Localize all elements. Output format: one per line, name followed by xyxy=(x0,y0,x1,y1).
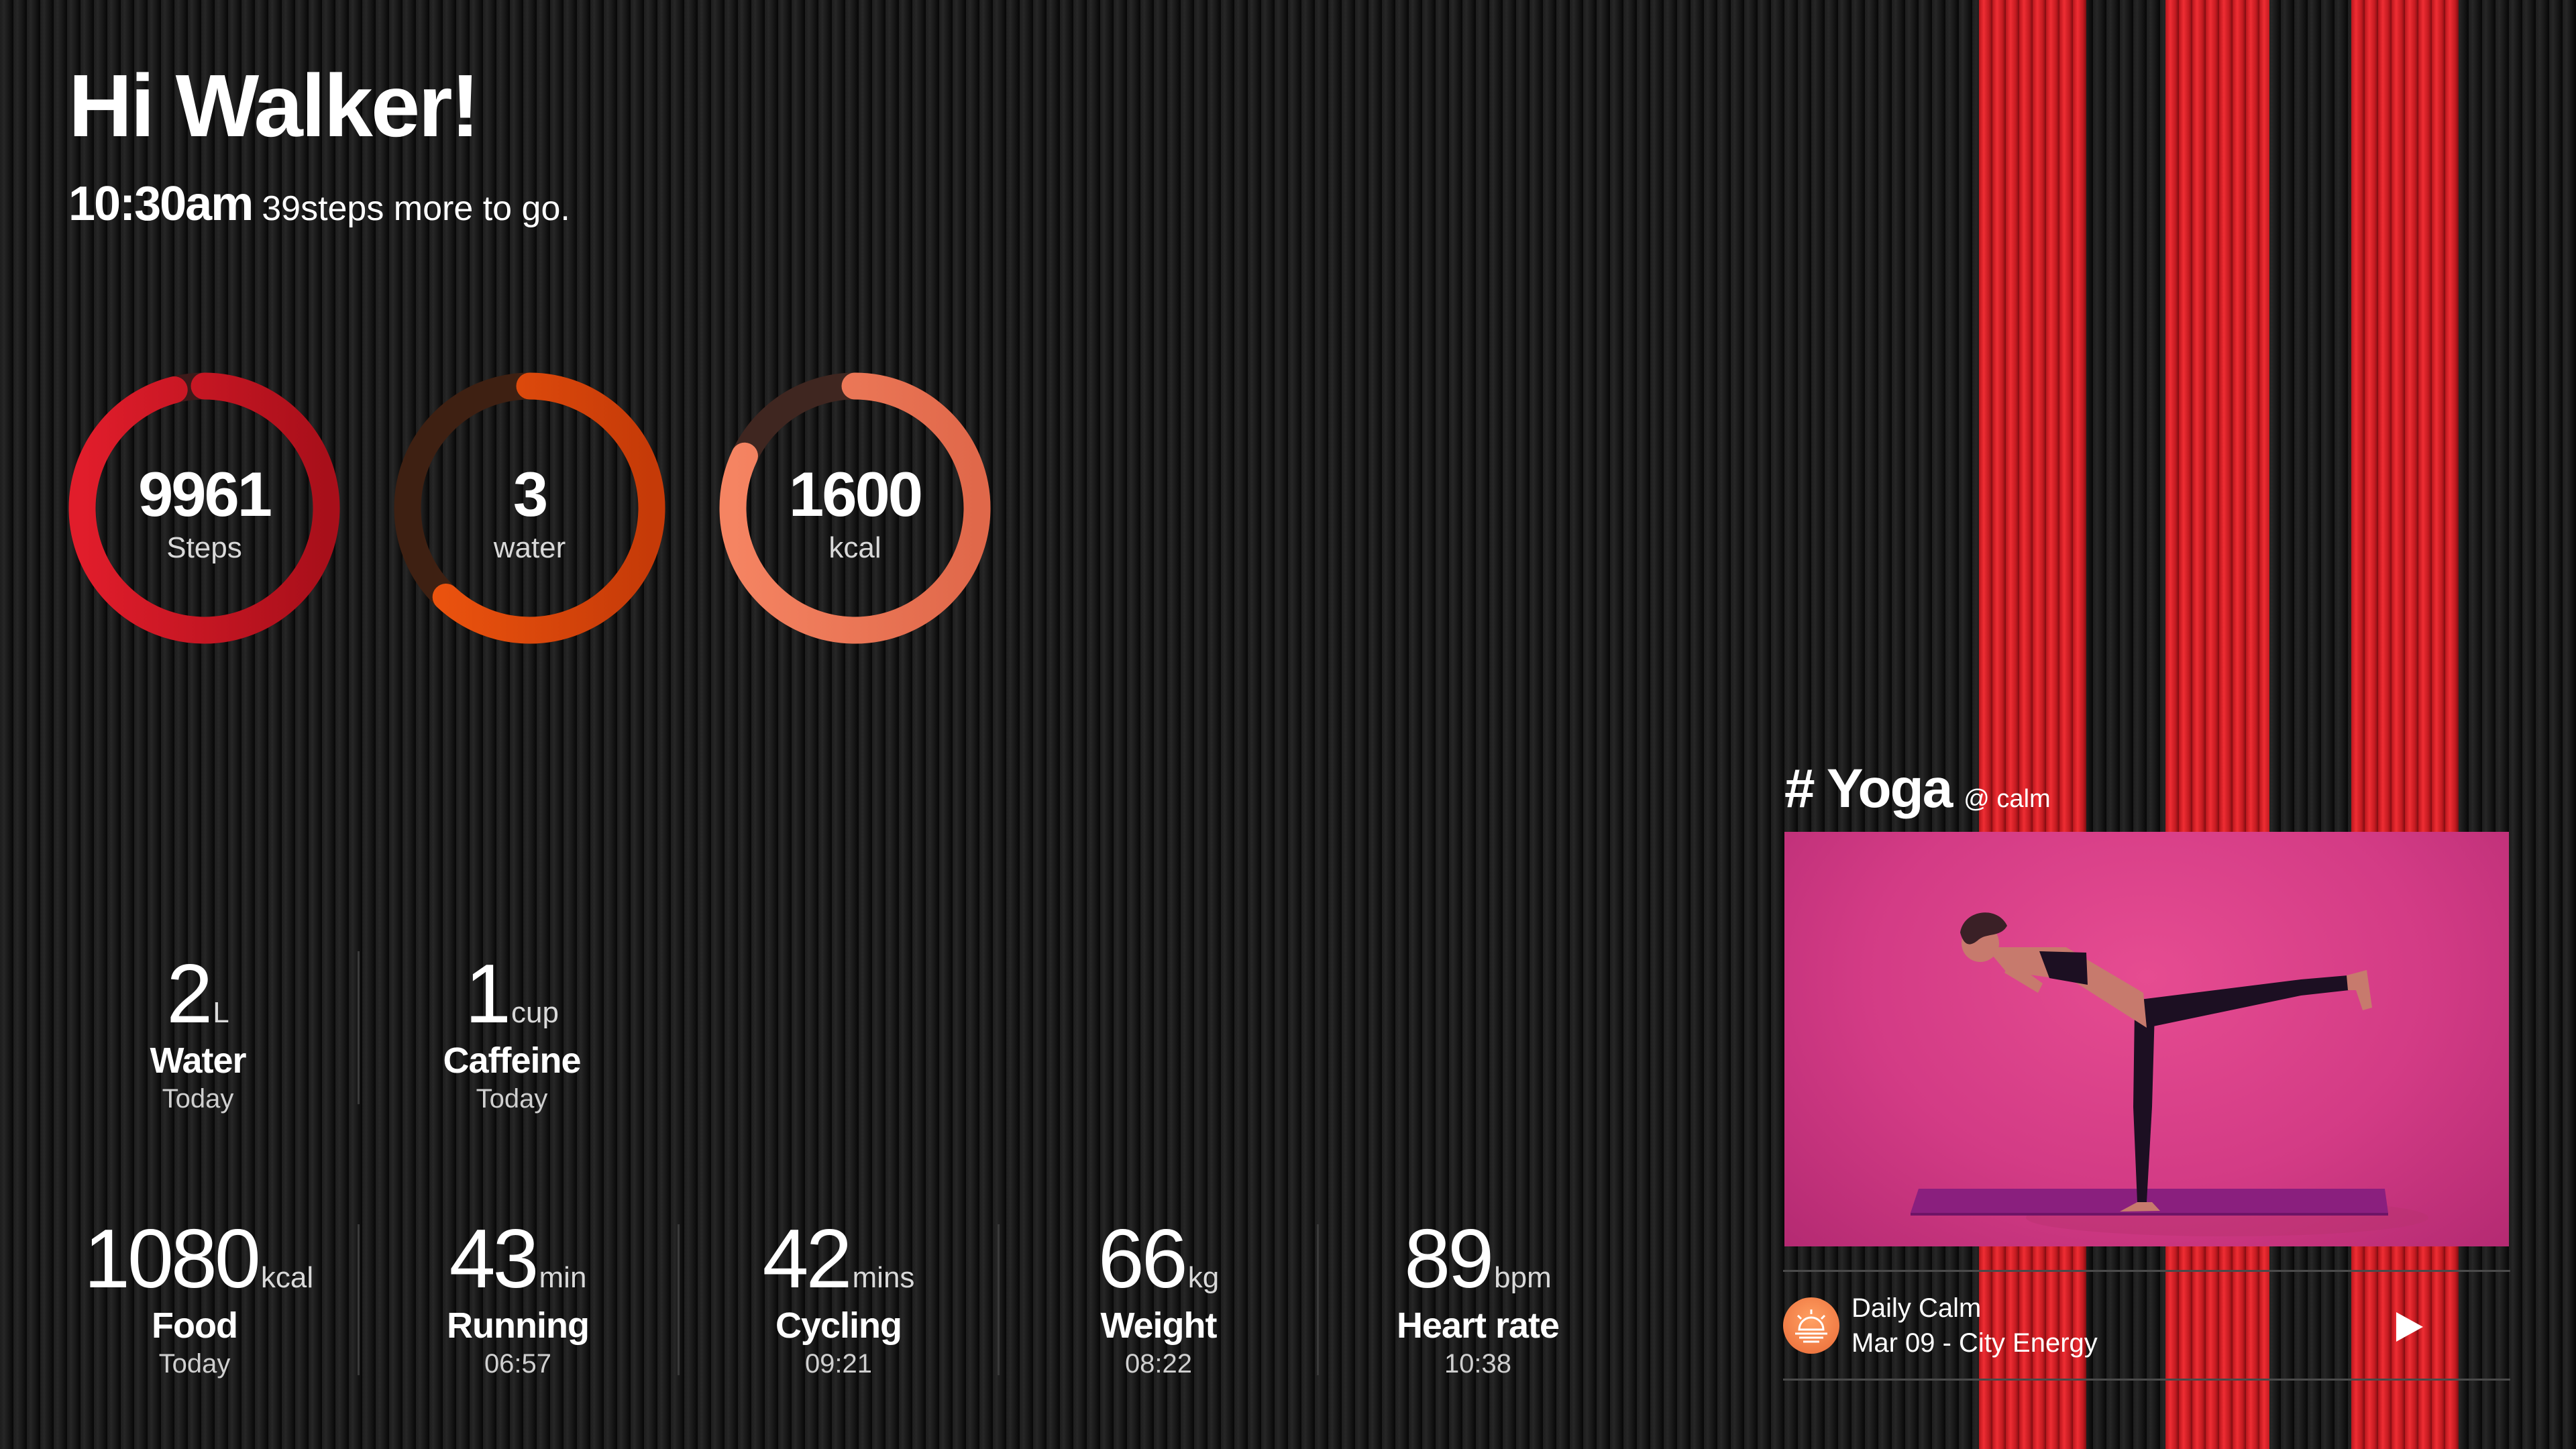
play-icon[interactable] xyxy=(2390,1308,2427,1346)
track-subtitle: Mar 09 - City Energy xyxy=(1851,1328,2098,1358)
caffeine-stat-value: 1 xyxy=(465,948,511,1040)
yoga-header: # Yoga @ calm xyxy=(1784,761,2051,816)
water-ring-label: water xyxy=(493,531,566,564)
weight-stat[interactable]: 66kg Weight 08:22 xyxy=(1048,1218,1269,1377)
kcal-ring-value: 1600 xyxy=(788,459,923,529)
running-stat-unit: min xyxy=(539,1261,587,1294)
steps-value: 9961 xyxy=(138,459,272,529)
stat-divider xyxy=(358,951,360,1104)
yoga-thumbnail[interactable] xyxy=(1784,832,2509,1246)
steps-remaining-text: steps more to go. xyxy=(301,189,570,228)
food-stat[interactable]: 1080kcal Food Today xyxy=(84,1218,313,1379)
steps-ring[interactable]: 9961 Steps xyxy=(68,372,340,644)
card-divider xyxy=(1783,1270,2510,1272)
food-stat-unit: kcal xyxy=(260,1261,314,1294)
water-stat-sub: Today xyxy=(162,1084,234,1114)
status-line: 10:30am 39steps more to go. xyxy=(68,180,570,228)
steps-remaining: 39 xyxy=(262,189,301,228)
weight-stat-value: 66 xyxy=(1097,1213,1188,1305)
heart-rate-stat[interactable]: 89bpm Heart rate 10:38 xyxy=(1367,1218,1589,1377)
water-stat[interactable]: 2L Water Today xyxy=(87,953,309,1112)
cycling-stat-sub: 09:21 xyxy=(804,1349,873,1379)
steps-label: Steps xyxy=(166,531,242,564)
greeting-title: Hi Walker! xyxy=(68,56,480,155)
heart-rate-stat-unit: bpm xyxy=(1494,1261,1552,1294)
yoga-pose-illustration xyxy=(1911,912,2428,1236)
running-stat[interactable]: 43min Running 06:57 xyxy=(407,1218,629,1377)
stat-divider xyxy=(358,1224,360,1375)
running-stat-sub: 06:57 xyxy=(484,1349,552,1379)
caffeine-stat-sub: Today xyxy=(476,1084,548,1114)
water-ring-value: 3 xyxy=(513,459,548,529)
current-time: 10:30am xyxy=(68,177,254,231)
weight-stat-sub: 08:22 xyxy=(1124,1349,1193,1379)
caffeine-stat-unit: cup xyxy=(511,996,559,1029)
water-stat-value: 2 xyxy=(166,948,213,1040)
food-stat-sub: Today xyxy=(158,1349,231,1379)
water-stat-title: Water xyxy=(150,1040,246,1081)
cycling-stat-value: 42 xyxy=(762,1213,853,1305)
cycling-stat-title: Cycling xyxy=(775,1305,902,1346)
weight-stat-unit: kg xyxy=(1187,1261,1220,1294)
heart-rate-stat-title: Heart rate xyxy=(1396,1305,1560,1346)
kcal-ring[interactable]: 1600 kcal xyxy=(719,372,991,644)
heart-rate-stat-value: 89 xyxy=(1404,1213,1494,1305)
sun-icon xyxy=(1783,1297,1839,1354)
yoga-tag: # Yoga xyxy=(1784,758,1953,819)
stat-divider xyxy=(998,1224,1000,1375)
food-stat-title: Food xyxy=(152,1305,238,1346)
cycling-stat[interactable]: 42mins Cycling 09:21 xyxy=(728,1218,949,1377)
stat-divider xyxy=(678,1224,680,1375)
cycling-stat-unit: mins xyxy=(852,1261,915,1294)
heart-rate-stat-sub: 10:38 xyxy=(1444,1349,1512,1379)
caffeine-stat[interactable]: 1cup Caffeine Today xyxy=(401,953,623,1112)
weight-stat-title: Weight xyxy=(1100,1305,1218,1346)
yoga-handle: @ calm xyxy=(1964,785,2051,813)
running-stat-value: 43 xyxy=(449,1213,539,1305)
track-title: Daily Calm xyxy=(1851,1293,1982,1323)
kcal-ring-label: kcal xyxy=(828,531,881,564)
water-stat-unit: L xyxy=(213,996,229,1029)
running-stat-title: Running xyxy=(447,1305,590,1346)
card-divider xyxy=(1783,1379,2510,1381)
caffeine-stat-title: Caffeine xyxy=(443,1040,581,1081)
stat-divider xyxy=(1317,1224,1319,1375)
water-ring[interactable]: 3 water xyxy=(394,372,665,644)
food-stat-value: 1080 xyxy=(84,1213,261,1305)
